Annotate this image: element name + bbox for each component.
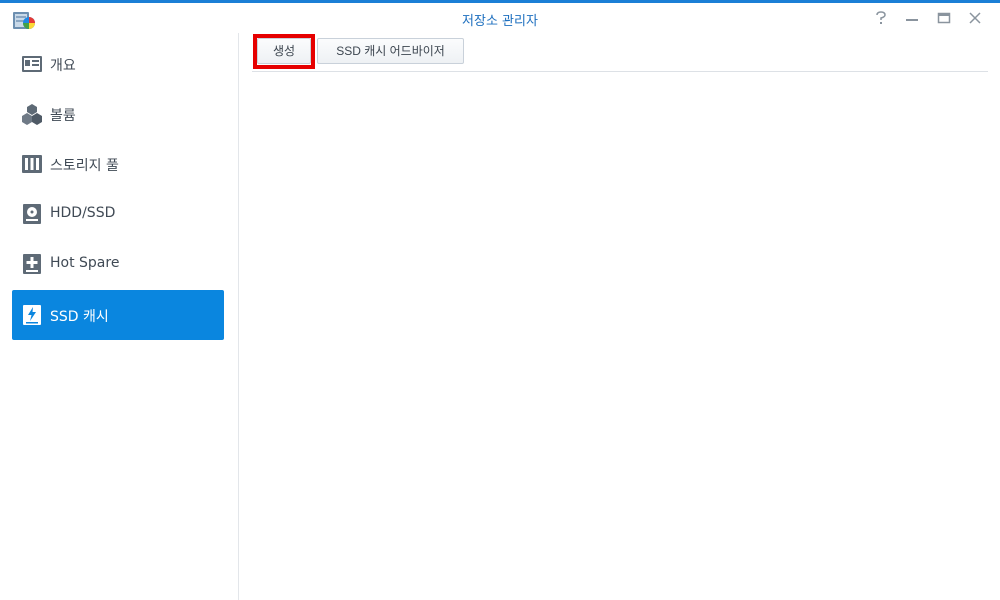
sidebar-item-label: 스토리지 풀	[50, 158, 119, 174]
sidebar-item-ssd-cache[interactable]: SSD 캐시	[12, 290, 224, 340]
sidebar-item-hdd-ssd[interactable]: HDD/SSD	[12, 189, 224, 239]
sidebar: 개요 볼륨 스토리지 풀 HDD/SSD Hot Spare SSD 캐시	[0, 33, 239, 600]
sidebar-item-label: SSD 캐시	[50, 309, 109, 325]
sidebar-item-label: Hot Spare	[50, 255, 120, 271]
title-bar[interactable]: 저장소 관리자	[0, 3, 1000, 33]
main-content: 생성 SSD 캐시 어드바이저	[240, 33, 1000, 600]
sidebar-item-label: HDD/SSD	[50, 205, 116, 221]
maximize-icon[interactable]	[936, 10, 952, 26]
minimize-icon[interactable]	[904, 10, 920, 26]
sidebar-item-label: 개요	[50, 58, 76, 74]
window-title: 저장소 관리자	[462, 14, 538, 29]
sidebar-item-storage-pool[interactable]: 스토리지 풀	[12, 139, 224, 189]
sidebar-item-volume[interactable]: 볼륨	[12, 89, 224, 139]
storage-pool-icon	[21, 153, 43, 175]
sidebar-item-label: 볼륨	[50, 108, 76, 124]
overview-icon	[21, 53, 43, 75]
help-icon[interactable]	[873, 10, 889, 26]
volume-icon	[21, 103, 43, 125]
toolbar-divider	[252, 71, 988, 72]
create-button[interactable]: 생성	[257, 38, 311, 64]
ssd-cache-advisor-button[interactable]: SSD 캐시 어드바이저	[317, 38, 464, 64]
hdd-icon	[21, 203, 43, 225]
hot-spare-icon	[21, 253, 43, 275]
sidebar-item-hot-spare[interactable]: Hot Spare	[12, 239, 224, 289]
close-icon[interactable]	[967, 10, 983, 26]
sidebar-item-overview[interactable]: 개요	[12, 39, 224, 89]
ssd-cache-icon	[21, 304, 43, 326]
